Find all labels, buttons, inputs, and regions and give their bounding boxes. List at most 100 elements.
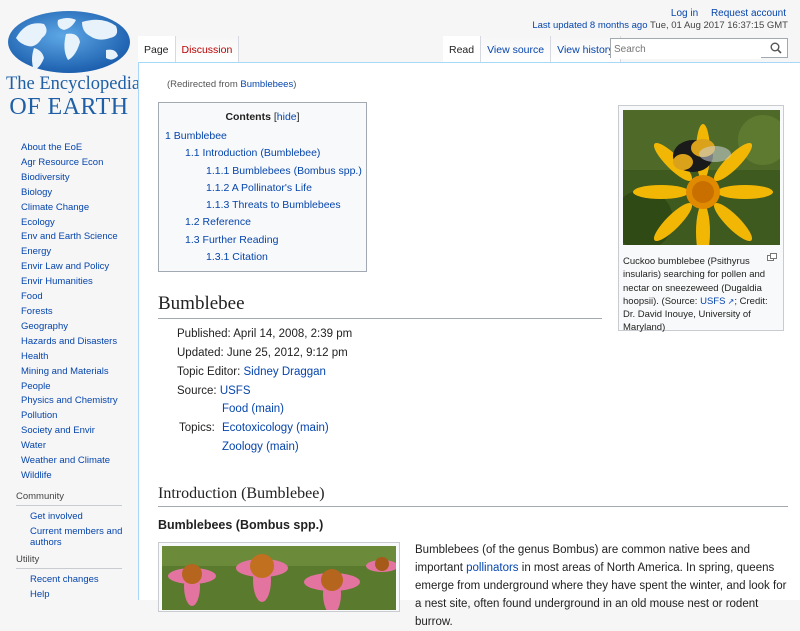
toc-item-link[interactable]: 1.3 Further Reading (185, 234, 278, 246)
toc-item[interactable]: 1.3 Further Reading (159, 232, 366, 249)
sidebar-item-env-and-earth-science[interactable]: Env and Earth Science (21, 230, 118, 245)
enlarge-icon[interactable] (767, 253, 777, 261)
sidebar-item-forests-link[interactable]: Forests (21, 306, 53, 317)
topic-item-link[interactable]: Ecotoxicology (main) (222, 422, 329, 434)
sidebar-item-biodiversity[interactable]: Biodiversity (21, 171, 118, 186)
toc-item[interactable]: 1.3.1 Citation (159, 249, 366, 266)
sidebar-item-recent-changes-link[interactable]: Recent changes (30, 574, 99, 585)
toc-item-link[interactable]: 1.1 Introduction (Bumblebee) (185, 147, 320, 159)
bumblebee-photo[interactable] (613, 110, 788, 260)
sidebar-item-get-involved-link[interactable]: Get involved (30, 511, 83, 522)
redirect-link[interactable]: Bumblebees (240, 79, 293, 90)
sidebar-item-energy[interactable]: Energy (21, 245, 118, 260)
sidebar-item-biology-link[interactable]: Biology (21, 187, 52, 198)
sidebar-item-people-link[interactable]: People (21, 381, 51, 392)
sidebar-item-ecology-link[interactable]: Ecology (21, 217, 55, 228)
sidebar-item-food[interactable]: Food (21, 290, 118, 305)
sidebar-item-pollution[interactable]: Pollution (21, 409, 118, 424)
search-input[interactable] (611, 40, 761, 59)
sidebar-item-food-link[interactable]: Food (21, 291, 43, 302)
tab-read[interactable]: Read (443, 36, 482, 62)
toc-title-row: Contents [hide] (159, 111, 366, 123)
sidebar-item-society-and-envir[interactable]: Society and Envir (21, 424, 118, 439)
sidebar-item-biology[interactable]: Biology (21, 186, 118, 201)
sidebar-item-mining-and-materials-link[interactable]: Mining and Materials (21, 366, 109, 377)
sidebar-item-wildlife-link[interactable]: Wildlife (21, 470, 52, 481)
tab-page[interactable]: Page (138, 36, 176, 62)
site-logo[interactable]: The Encyclopedia OF EARTH (6, 8, 140, 120)
subsection-heading: Bumblebees (Bombus spp.) (158, 518, 324, 532)
topic-item-link[interactable]: Food (main) (222, 403, 284, 415)
sidebar-item-people[interactable]: People (21, 380, 118, 395)
login-link[interactable]: Log in (671, 8, 698, 19)
sidebar-item-water[interactable]: Water (21, 439, 118, 454)
toc-item-link[interactable]: 1.2 Reference (185, 216, 251, 228)
toc-item-link[interactable]: 1.3.1 Citation (206, 251, 268, 263)
toc-text: Introduction (Bumblebee) (202, 147, 321, 160)
toc-item[interactable]: 1.1.3 Threats to Bumblebees (159, 197, 366, 214)
sidebar-item-help-link[interactable]: Help (30, 589, 50, 600)
sidebar-item-envir-humanities-link[interactable]: Envir Humanities (21, 276, 93, 287)
sidebar-item-geography[interactable]: Geography (21, 320, 118, 335)
sidebar-item-biodiversity-link[interactable]: Biodiversity (21, 172, 70, 183)
sidebar-item-agr-resource-econ-link[interactable]: Agr Resource Econ (21, 157, 103, 168)
toc-item[interactable]: 1 Bumblebee (159, 128, 366, 145)
topic-item[interactable]: Food (main) (222, 400, 329, 419)
last-updated-link[interactable]: Last updated 8 months ago (532, 20, 647, 31)
sidebar-item-recent-changes[interactable]: Recent changes (30, 572, 138, 587)
sidebar-item-forests[interactable]: Forests (21, 305, 118, 320)
sidebar-item-weather-and-climate-link[interactable]: Weather and Climate (21, 455, 110, 466)
toc-item-link[interactable]: 1 Bumblebee (165, 130, 227, 142)
toc-item-link[interactable]: 1.1.3 Threats to Bumblebees (206, 199, 341, 211)
toc-item-link[interactable]: 1.1.2 A Pollinator's Life (206, 182, 312, 194)
sidebar-item-wildlife[interactable]: Wildlife (21, 469, 118, 484)
pollinators-link[interactable]: pollinators (466, 562, 518, 574)
sidebar-item-weather-and-climate[interactable]: Weather and Climate (21, 454, 118, 469)
sidebar-item-physics-and-chemistry-link[interactable]: Physics and Chemistry (21, 395, 118, 406)
sidebar-item-env-and-earth-science-link[interactable]: Env and Earth Science (21, 231, 118, 242)
sidebar-item-current-members-and-authors-link[interactable]: Current members and authors (30, 526, 122, 548)
request-account-link[interactable]: Request account (711, 8, 786, 19)
sidebar-item-hazards-and-disasters-link[interactable]: Hazards and Disasters (21, 336, 117, 347)
sidebar-item-mining-and-materials[interactable]: Mining and Materials (21, 365, 118, 380)
sidebar-item-energy-link[interactable]: Energy (21, 246, 51, 257)
toc-item-link[interactable]: 1.1.1 Bumblebees (Bombus spp.) (206, 165, 362, 177)
sidebar-item-geography-link[interactable]: Geography (21, 321, 68, 332)
search-icon[interactable] (770, 42, 782, 54)
topic-item[interactable]: Zoology (main) (222, 438, 329, 457)
toc-item[interactable]: 1.1.2 A Pollinator's Life (159, 180, 366, 197)
toc-text: Bumblebees (Bombus spp.) (232, 164, 362, 177)
sidebar-item-health[interactable]: Health (21, 350, 118, 365)
sidebar-item-envir-humanities[interactable]: Envir Humanities (21, 275, 118, 290)
topic-item[interactable]: Ecotoxicology (main) (222, 419, 329, 438)
topic-item-link[interactable]: Zoology (main) (222, 441, 299, 453)
source-link[interactable]: USFS (220, 385, 251, 397)
sidebar-item-get-involved[interactable]: Get involved (30, 509, 138, 524)
sidebar-item-physics-and-chemistry[interactable]: Physics and Chemistry (21, 394, 118, 409)
topic-editor-link[interactable]: Sidney Draggan (243, 366, 325, 378)
sidebar-item-climate-change[interactable]: Climate Change (21, 201, 118, 216)
caption-source-link[interactable]: USFS (700, 296, 725, 307)
sidebar-item-current-members-and-authors[interactable]: Current members and authors (30, 524, 138, 550)
sidebar-item-ecology[interactable]: Ecology (21, 216, 118, 231)
sidebar-item-agr-resource-econ[interactable]: Agr Resource Econ (21, 156, 118, 171)
toc-number: 1.1.2 (206, 181, 230, 194)
tab-view-source[interactable]: View source (481, 36, 552, 62)
sidebar-item-climate-change-link[interactable]: Climate Change (21, 202, 89, 213)
sidebar-item-health-link[interactable]: Health (21, 351, 48, 362)
tab-discussion[interactable]: Discussion (175, 36, 240, 62)
sidebar-item-pollution-link[interactable]: Pollution (21, 410, 57, 421)
sidebar-item-water-link[interactable]: Water (21, 440, 46, 451)
toc-hide-toggle[interactable]: [hide] (274, 111, 300, 123)
sidebar-item-about-the-eoe[interactable]: About the EoE (21, 141, 118, 156)
sidebar-item-about-the-eoe-link[interactable]: About the EoE (21, 142, 82, 153)
coneflower-photo[interactable] (162, 546, 398, 614)
toc-item[interactable]: 1.1 Introduction (Bumblebee) (159, 145, 366, 162)
sidebar-item-hazards-and-disasters[interactable]: Hazards and Disasters (21, 335, 118, 350)
sidebar-item-envir-law-and-policy-link[interactable]: Envir Law and Policy (21, 261, 109, 272)
toc-item[interactable]: 1.1.1 Bumblebees (Bombus spp.) (159, 163, 366, 180)
sidebar-item-envir-law-and-policy[interactable]: Envir Law and Policy (21, 260, 118, 275)
sidebar-item-society-and-envir-link[interactable]: Society and Envir (21, 425, 95, 436)
toc-item[interactable]: 1.2 Reference (159, 214, 366, 231)
toc-number: 1.2 (185, 216, 200, 229)
